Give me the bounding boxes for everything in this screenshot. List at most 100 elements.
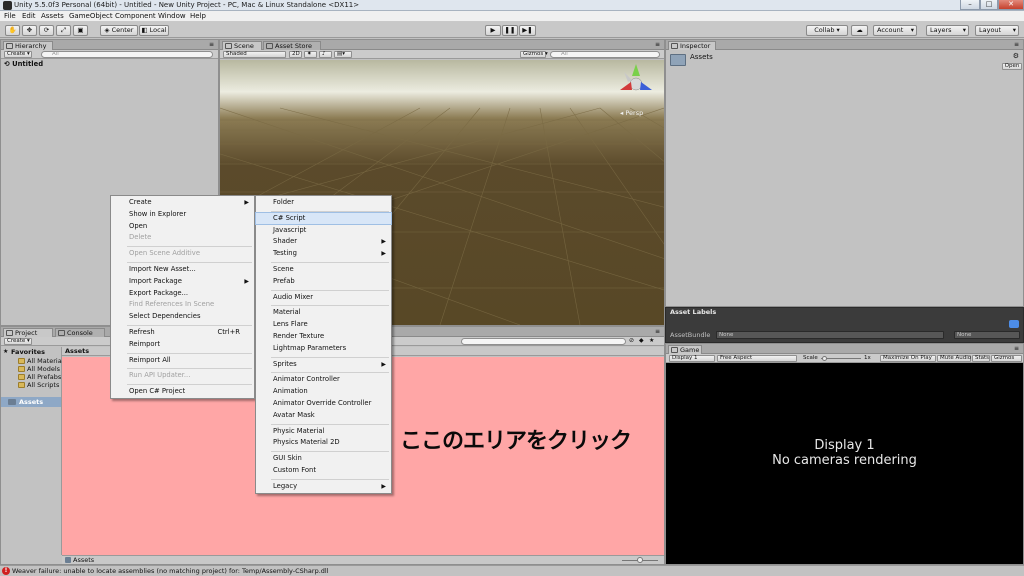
context-menu-item-import-package[interactable]: Import Package ▶ bbox=[111, 276, 254, 287]
mode-2d-toggle[interactable]: 2D bbox=[289, 51, 302, 58]
create-menu-item-physics-material-2d[interactable]: Physics Material 2D bbox=[256, 437, 391, 448]
shading-dropdown[interactable]: Shaded bbox=[223, 51, 286, 58]
pivot-center-button[interactable]: ◈ Center bbox=[100, 25, 138, 36]
hand-tool-icon[interactable]: ✋ bbox=[5, 25, 20, 36]
favorite-all-materials[interactable]: All Materials bbox=[27, 357, 67, 365]
create-menu-item-lightmap-parameters[interactable]: Lightmap Parameters bbox=[256, 343, 391, 354]
tab-asset-store[interactable]: Asset Store bbox=[263, 41, 321, 50]
assets-root-item[interactable]: Assets bbox=[1, 397, 61, 407]
favorites-header[interactable]: Favorites bbox=[11, 348, 45, 356]
panel-menu-icon[interactable]: ≡ bbox=[655, 328, 660, 335]
menu-window[interactable]: Window bbox=[158, 12, 186, 20]
audio-toggle-icon[interactable]: ♪ bbox=[319, 51, 332, 58]
scale-tool-icon[interactable]: ⤢ bbox=[56, 25, 71, 36]
project-breadcrumb[interactable]: Assets bbox=[65, 347, 89, 355]
create-menu-item-gui-skin[interactable]: GUI Skin bbox=[256, 453, 391, 464]
status-message[interactable]: Weaver failure: unable to locate assembl… bbox=[12, 567, 329, 575]
context-menu-item-refresh[interactable]: Refresh Ctrl+R bbox=[111, 327, 254, 338]
space-local-button[interactable]: ◧ Local bbox=[139, 25, 169, 36]
create-menu-item-lens-flare[interactable]: Lens Flare bbox=[256, 319, 391, 330]
project-create-button[interactable]: Create ▾ bbox=[4, 338, 32, 345]
create-menu-item-shader[interactable]: Shader ▶ bbox=[256, 236, 391, 247]
hierarchy-create-button[interactable]: Create ▾ bbox=[4, 51, 32, 58]
panel-menu-icon[interactable]: ≡ bbox=[655, 41, 660, 48]
maximize-on-play-toggle[interactable]: Maximize On Play bbox=[880, 355, 936, 362]
inspector-open-button[interactable]: Open bbox=[1002, 63, 1022, 70]
assetbundle-dropdown[interactable]: None bbox=[716, 331, 944, 339]
scene-search-input[interactable]: All bbox=[550, 51, 660, 58]
menu-edit[interactable]: Edit bbox=[22, 12, 36, 20]
game-aspect-dropdown[interactable]: Free Aspect bbox=[717, 355, 797, 362]
context-menu-item-export-package[interactable]: Export Package... bbox=[111, 288, 254, 299]
maximize-button[interactable]: □ bbox=[980, 0, 998, 10]
game-gizmos-dropdown[interactable]: Gizmos bbox=[991, 355, 1022, 362]
tab-project[interactable]: Project bbox=[3, 328, 53, 337]
context-menu-item-show-in-explorer[interactable]: Show in Explorer bbox=[111, 209, 254, 220]
game-scale-slider[interactable] bbox=[821, 358, 861, 359]
panel-menu-icon[interactable]: ≡ bbox=[1014, 41, 1019, 48]
tab-game[interactable]: Game bbox=[668, 345, 702, 354]
create-menu-item-animator-controller[interactable]: Animator Controller bbox=[256, 374, 391, 385]
menu-gameobject[interactable]: GameObject bbox=[69, 12, 113, 20]
account-dropdown[interactable]: Account ▾ bbox=[873, 25, 917, 36]
inspector-settings-icon[interactable]: ⚙ bbox=[1013, 52, 1019, 60]
collab-button[interactable]: Collab ▾ bbox=[806, 25, 848, 36]
menu-help[interactable]: Help bbox=[190, 12, 206, 20]
context-menu-item-create[interactable]: Create ▶ bbox=[111, 197, 254, 208]
context-menu-item-select-dependencies[interactable]: Select Dependencies bbox=[111, 311, 254, 322]
tab-inspector[interactable]: Inspector bbox=[668, 41, 716, 50]
menu-assets[interactable]: Assets bbox=[41, 12, 64, 20]
layout-dropdown[interactable]: Layout ▾ bbox=[975, 25, 1019, 36]
layers-dropdown[interactable]: Layers ▾ bbox=[926, 25, 969, 36]
create-menu-item-custom-font[interactable]: Custom Font bbox=[256, 465, 391, 476]
minimize-button[interactable]: – bbox=[960, 0, 980, 10]
mute-audio-toggle[interactable]: Mute Audio bbox=[937, 355, 971, 362]
play-button[interactable]: ▶ bbox=[485, 25, 501, 36]
step-button[interactable]: ▶❚ bbox=[519, 25, 536, 36]
create-menu-item-render-texture[interactable]: Render Texture bbox=[256, 331, 391, 342]
tab-console[interactable]: Console bbox=[55, 328, 105, 337]
hierarchy-search-input[interactable]: All bbox=[41, 51, 213, 58]
create-menu-item-prefab[interactable]: Prefab bbox=[256, 276, 391, 287]
favorite-all-prefabs[interactable]: All Prefabs bbox=[27, 373, 61, 381]
search-by-label-icon[interactable]: ◆ bbox=[639, 337, 644, 344]
error-icon[interactable]: ! bbox=[2, 567, 10, 575]
context-menu-item-open-c-project[interactable]: Open C# Project bbox=[111, 386, 254, 397]
context-menu-item-open[interactable]: Open bbox=[111, 221, 254, 232]
context-menu-item-import-new-asset[interactable]: Import New Asset... bbox=[111, 264, 254, 275]
tab-scene[interactable]: Scene bbox=[222, 41, 262, 50]
create-menu-item-material[interactable]: Material bbox=[256, 307, 391, 318]
create-menu-item-animator-override-controller[interactable]: Animator Override Controller bbox=[256, 398, 391, 409]
menu-component[interactable]: Component bbox=[115, 12, 156, 20]
create-menu-item-folder[interactable]: Folder bbox=[256, 197, 391, 208]
context-menu-item-reimport[interactable]: Reimport bbox=[111, 339, 254, 350]
create-menu-item-physic-material[interactable]: Physic Material bbox=[256, 426, 391, 437]
scene-root-item[interactable]: ⟲ Untitled bbox=[4, 60, 43, 68]
pause-button[interactable]: ❚❚ bbox=[502, 25, 518, 36]
favorite-all-models[interactable]: All Models bbox=[27, 365, 60, 373]
panel-menu-icon[interactable]: ≡ bbox=[209, 41, 214, 48]
context-menu-item-reimport-all[interactable]: Reimport All bbox=[111, 355, 254, 366]
icon-size-slider-thumb[interactable] bbox=[637, 557, 643, 563]
create-menu-item-scene[interactable]: Scene bbox=[256, 264, 391, 275]
tab-hierarchy[interactable]: Hierarchy bbox=[3, 41, 53, 50]
assetbundle-variant-dropdown[interactable]: None bbox=[954, 331, 1020, 339]
move-tool-icon[interactable]: ✥ bbox=[22, 25, 37, 36]
scene-gizmos-dropdown[interactable]: Gizmos ▾ bbox=[520, 51, 548, 58]
game-display-dropdown[interactable]: Display 1 bbox=[669, 355, 715, 362]
effects-dropdown-icon[interactable]: ▤▾ bbox=[334, 51, 352, 58]
lighting-toggle-icon[interactable]: ✷ bbox=[304, 51, 317, 58]
create-menu-item-testing[interactable]: Testing ▶ bbox=[256, 248, 391, 259]
create-menu-item-javascript[interactable]: Javascript bbox=[256, 225, 391, 236]
stats-toggle[interactable]: Stats bbox=[972, 355, 990, 362]
cloud-icon[interactable]: ☁ bbox=[851, 25, 868, 36]
create-menu-item-legacy[interactable]: Legacy ▶ bbox=[256, 481, 391, 492]
label-tag-icon[interactable] bbox=[1009, 320, 1019, 328]
save-search-icon[interactable]: ★ bbox=[649, 337, 654, 344]
persp-label[interactable]: ◂ Persp bbox=[620, 109, 643, 117]
close-button[interactable]: ✕ bbox=[998, 0, 1024, 10]
project-search-input[interactable] bbox=[461, 338, 626, 345]
create-menu-item-avatar-mask[interactable]: Avatar Mask bbox=[256, 410, 391, 421]
game-scale-slider-thumb[interactable] bbox=[822, 356, 827, 361]
favorite-all-scripts[interactable]: All Scripts bbox=[27, 381, 59, 389]
